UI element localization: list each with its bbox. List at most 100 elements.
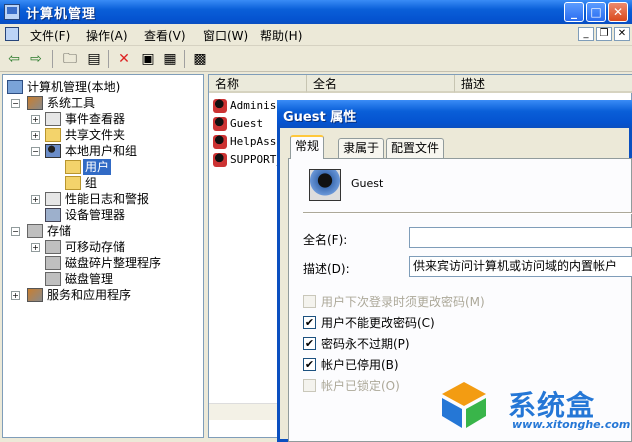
dialog-title: Guest 属性 bbox=[283, 110, 357, 125]
toolbar-separator bbox=[52, 50, 53, 68]
up-icon[interactable]: 🗀 bbox=[60, 49, 80, 69]
back-icon[interactable]: ⇦ bbox=[4, 49, 24, 69]
toolbar: ⇦ ⇨ 🗀 ▤ ✕ ▣ ▦ ▩ bbox=[0, 46, 632, 72]
delete-icon[interactable]: ✕ bbox=[114, 49, 134, 69]
disk-management-icon bbox=[45, 272, 61, 286]
column-header-fullname[interactable]: 全名 bbox=[307, 75, 455, 93]
separator bbox=[303, 212, 632, 214]
dialog-title-bar[interactable]: Guest 属性 bbox=[277, 100, 632, 128]
console-tree[interactable]: 计算机管理(本地) − 系统工具 + 事件查看器 + 共享文件夹 − 本地用户和… bbox=[2, 74, 204, 438]
user-name: Administ bbox=[230, 99, 283, 112]
tree-label: 服务和应用程序 bbox=[47, 288, 132, 302]
show-tree-icon[interactable]: ▤ bbox=[84, 49, 104, 69]
column-header-name[interactable]: 名称 bbox=[209, 75, 307, 93]
cannot-change-password-label: 用户不能更改密码(C) bbox=[321, 316, 435, 330]
open-folder-icon bbox=[65, 160, 81, 174]
maximize-button[interactable]: □ bbox=[586, 2, 606, 22]
tree-label: 组 bbox=[85, 176, 98, 190]
account-disabled-checkbox[interactable]: ✔ bbox=[303, 358, 316, 371]
menu-action[interactable]: 操作(A) bbox=[86, 27, 128, 44]
menu-file[interactable]: 文件(F) bbox=[30, 27, 70, 44]
event-viewer-icon bbox=[45, 112, 61, 126]
description-label: 描述(D): bbox=[303, 262, 350, 276]
properties-icon[interactable]: ▣ bbox=[138, 49, 158, 69]
tree-label: 磁盘管理 bbox=[65, 272, 114, 286]
close-button[interactable]: ✕ bbox=[608, 2, 628, 22]
watermark-url: www.xitonghe.com bbox=[512, 418, 631, 431]
watermark-logo-icon bbox=[442, 382, 486, 428]
expand-icon[interactable]: + bbox=[31, 115, 40, 124]
menu-help[interactable]: 帮助(H) bbox=[260, 27, 302, 44]
minimize-icon: _ bbox=[571, 5, 577, 19]
help-icon[interactable]: ▩ bbox=[190, 49, 210, 69]
tree-label: 计算机管理(本地) bbox=[27, 80, 121, 94]
must-change-password-checkbox[interactable] bbox=[303, 295, 316, 308]
tree-label: 用户 bbox=[83, 159, 112, 175]
defrag-icon bbox=[45, 256, 61, 270]
toolbar-separator bbox=[184, 50, 185, 68]
main-title-bar[interactable]: 计算机管理 _ □ ✕ bbox=[0, 0, 632, 24]
tree-label: 磁盘碎片整理程序 bbox=[65, 256, 162, 270]
menu-bar: 文件(F) 操作(A) 查看(V) 窗口(W) 帮助(H) _ ❐ ✕ bbox=[0, 24, 632, 46]
performance-icon bbox=[45, 192, 61, 206]
services-icon bbox=[27, 288, 43, 302]
expand-icon[interactable]: + bbox=[31, 131, 40, 140]
check-icon: ✔ bbox=[304, 316, 315, 329]
user-name: SUPPORT_ bbox=[230, 153, 283, 166]
user-name: Guest bbox=[230, 117, 264, 130]
disabled-user-icon bbox=[213, 117, 227, 131]
tab-member-of[interactable]: 隶属于 bbox=[338, 138, 385, 158]
tree-label: 性能日志和警报 bbox=[65, 192, 150, 206]
shared-folder-icon bbox=[45, 128, 61, 142]
disabled-user-icon bbox=[213, 135, 227, 149]
column-header-description[interactable]: 描述 bbox=[455, 75, 632, 93]
tree-label: 可移动存储 bbox=[65, 240, 126, 254]
user-name: HelpAssi bbox=[230, 135, 283, 148]
window-title: 计算机管理 bbox=[26, 7, 97, 22]
check-icon: ✔ bbox=[304, 358, 315, 371]
minimize-button[interactable]: _ bbox=[564, 2, 584, 22]
user-icon bbox=[213, 99, 227, 113]
maximize-icon: □ bbox=[590, 5, 602, 19]
toolbar-separator bbox=[108, 50, 109, 68]
collapse-icon[interactable]: − bbox=[31, 147, 40, 156]
menu-view[interactable]: 查看(V) bbox=[144, 27, 186, 44]
tree-label: 共享文件夹 bbox=[65, 128, 126, 142]
fullname-input[interactable] bbox=[409, 227, 632, 248]
collapse-icon[interactable]: − bbox=[11, 227, 20, 236]
child-close-button[interactable]: ✕ bbox=[614, 27, 630, 41]
disabled-user-icon bbox=[213, 153, 227, 167]
expand-icon[interactable]: + bbox=[31, 243, 40, 252]
document-icon[interactable] bbox=[5, 27, 19, 41]
fullname-label: 全名(F): bbox=[303, 233, 348, 247]
expand-icon[interactable]: + bbox=[11, 291, 20, 300]
child-restore-button[interactable]: ❐ bbox=[596, 27, 612, 41]
storage-icon bbox=[27, 224, 43, 238]
user-account-icon bbox=[309, 169, 341, 201]
password-never-expires-checkbox[interactable]: ✔ bbox=[303, 337, 316, 350]
removable-storage-icon bbox=[45, 240, 61, 254]
must-change-password-label: 用户下次登录时须更改密码(M) bbox=[321, 295, 485, 309]
tree-label: 本地用户和组 bbox=[65, 144, 138, 158]
device-manager-icon bbox=[45, 208, 61, 222]
tree-label: 设备管理器 bbox=[65, 208, 126, 222]
tab-general[interactable]: 常规 bbox=[290, 135, 325, 159]
child-minimize-button[interactable]: _ bbox=[578, 27, 594, 41]
tab-profile[interactable]: 配置文件 bbox=[386, 138, 445, 158]
expand-icon[interactable]: + bbox=[31, 195, 40, 204]
account-disabled-label: 帐户已停用(B) bbox=[321, 358, 399, 372]
forward-icon[interactable]: ⇨ bbox=[26, 49, 46, 69]
account-locked-label: 帐户已锁定(O) bbox=[321, 379, 400, 393]
collapse-icon[interactable]: − bbox=[11, 99, 20, 108]
tree-label: 存储 bbox=[47, 224, 72, 238]
users-groups-icon bbox=[45, 144, 61, 158]
folder-icon bbox=[65, 176, 81, 190]
close-icon: ✕ bbox=[612, 5, 624, 19]
tools-icon bbox=[27, 96, 43, 110]
cannot-change-password-checkbox[interactable]: ✔ bbox=[303, 316, 316, 329]
menu-window[interactable]: 窗口(W) bbox=[203, 27, 248, 44]
tree-label: 系统工具 bbox=[47, 96, 96, 110]
description-input[interactable]: 供来宾访问计算机或访问域的内置帐户 bbox=[409, 256, 632, 277]
export-icon[interactable]: ▦ bbox=[160, 49, 180, 69]
account-locked-checkbox[interactable] bbox=[303, 379, 316, 392]
